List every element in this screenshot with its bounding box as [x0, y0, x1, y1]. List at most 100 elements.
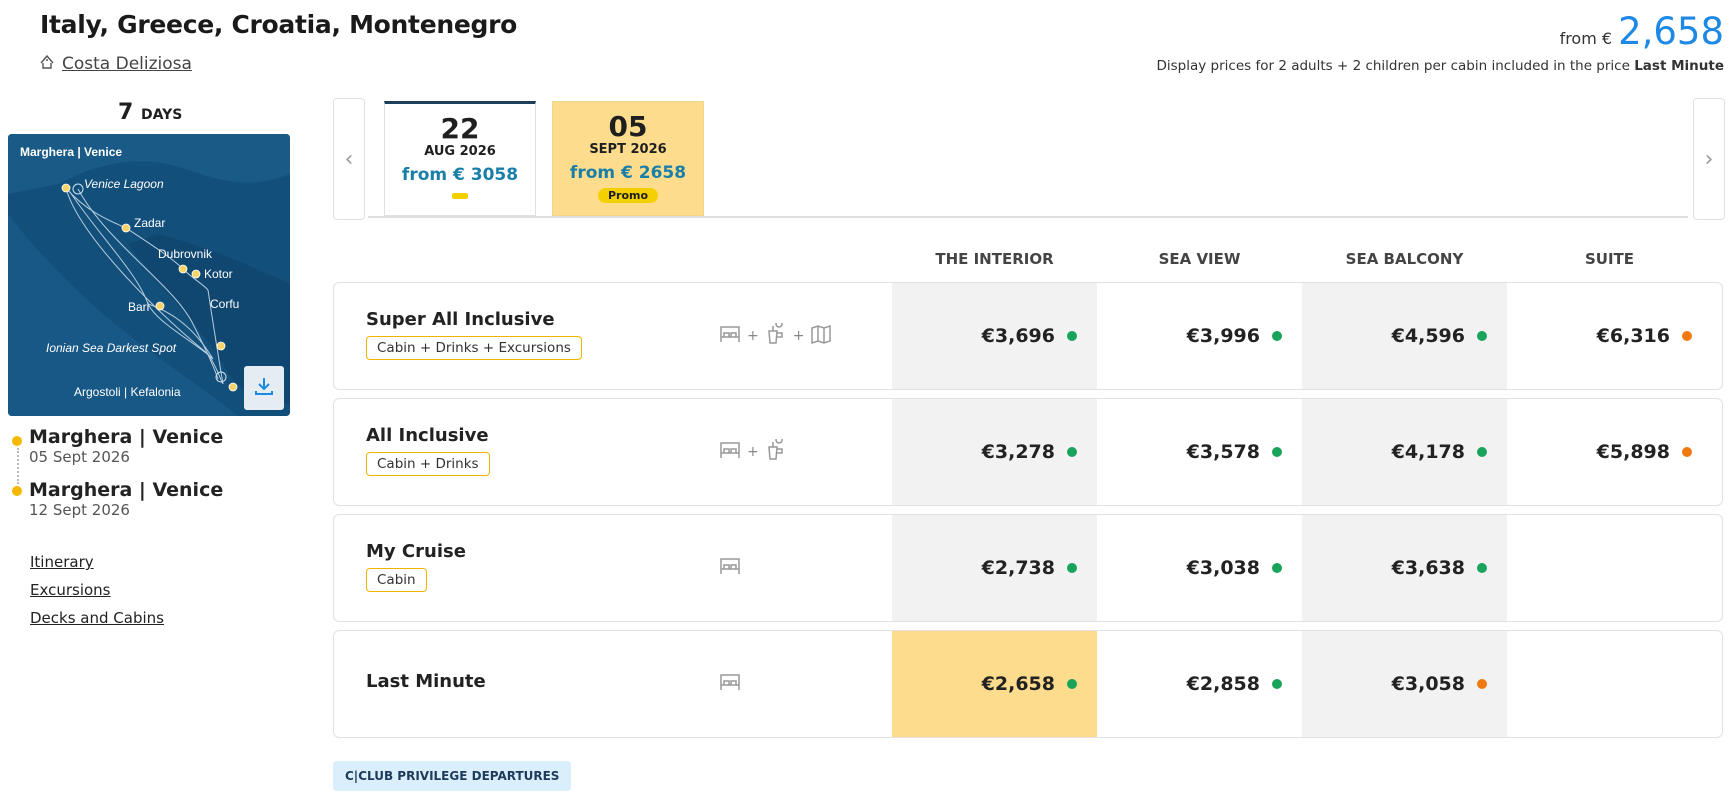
map-label-corfu: Corfu	[210, 297, 239, 311]
departure-date: 05 Sept 2026	[29, 448, 130, 466]
availability-dot	[1272, 331, 1282, 341]
cabin-icon	[719, 440, 741, 464]
ship-name[interactable]: Costa Deliziosa	[62, 54, 192, 74]
route-line	[12, 436, 24, 496]
price-interior[interactable]: €3,278	[892, 399, 1097, 505]
price-interior-selected[interactable]: €2,658	[892, 631, 1097, 737]
arrival-port: Marghera | Venice 12 Sept 2026	[29, 479, 223, 519]
map-label-venice-lagoon: Venice Lagoon	[84, 177, 164, 191]
price-sea-balcony[interactable]: €3,638	[1302, 515, 1507, 621]
map-label-argostoli: Argostoli | Kefalonia	[74, 385, 181, 399]
col-sea-view: SEA VIEW	[1158, 250, 1241, 268]
chevron-left-icon: ‹	[344, 146, 354, 172]
date-price: from € 2658	[569, 163, 687, 183]
price-interior[interactable]: €3,696	[892, 283, 1097, 389]
fare-icons: +	[719, 399, 787, 505]
map-label-zadar: Zadar	[134, 216, 165, 230]
dates-baseline	[368, 216, 1688, 218]
fare-name: Last Minute	[366, 671, 486, 692]
price-sea-balcony[interactable]: €4,178	[1302, 399, 1507, 505]
price-suite	[1507, 515, 1712, 621]
departure-port-name: Marghera | Venice	[29, 426, 224, 448]
availability-dot	[1272, 563, 1282, 573]
fare-info: Super All Inclusive Cabin + Drinks + Exc…	[366, 309, 582, 360]
itinerary-link[interactable]: Itinerary	[30, 553, 94, 571]
map-label-venice: Marghera | Venice	[20, 145, 122, 159]
date-indicator	[452, 193, 468, 199]
fare-tag: Cabin + Drinks + Excursions	[366, 336, 582, 360]
cabin-icon	[719, 324, 741, 348]
cabin-icon	[719, 672, 741, 696]
arrival-date: 12 Sept 2026	[29, 501, 130, 519]
from-price: from € 2,658	[1560, 10, 1724, 53]
ship-icon	[38, 52, 56, 75]
price-sea-view[interactable]: €3,038	[1097, 515, 1302, 621]
availability-dot	[1272, 679, 1282, 689]
availability-dot	[1477, 331, 1487, 341]
departure-port: Marghera | Venice 05 Sept 2026	[29, 426, 223, 466]
col-sea-balcony: SEA BALCONY	[1345, 250, 1464, 268]
fare-row-all-inclusive[interactable]: All Inclusive Cabin + Drinks + €3,278 €3…	[333, 398, 1723, 506]
col-the-interior: THE INTERIOR	[935, 250, 1054, 268]
decks-and-cabins-link[interactable]: Decks and Cabins	[30, 609, 164, 627]
fare-name: My Cruise	[366, 541, 466, 562]
price-sea-balcony[interactable]: €3,058	[1302, 631, 1507, 737]
from-price-value: 2,658	[1618, 10, 1724, 53]
page-title: Italy, Greece, Croatia, Montenegro	[40, 10, 518, 39]
cclub-privilege-departures-button[interactable]: C|CLUB PRIVILEGE DEPARTURES	[333, 761, 572, 791]
fare-row-my-cruise[interactable]: My Cruise Cabin €2,738 €3,038 €3,638	[333, 514, 1723, 622]
ship-link[interactable]: Costa Deliziosa	[38, 52, 192, 75]
price-interior[interactable]: €2,738	[892, 515, 1097, 621]
fare-row-last-minute[interactable]: Last Minute €2,658 €2,858 €3,058	[333, 630, 1723, 738]
excursions-link[interactable]: Excursions	[30, 581, 111, 599]
download-icon	[253, 375, 275, 401]
date-card-sept-05[interactable]: 05 SEPT 2026 from € 2658 Promo	[552, 101, 704, 216]
price-sea-view[interactable]: €2,858	[1097, 631, 1302, 737]
arrival-port-name: Marghera | Venice	[29, 479, 224, 501]
price-sea-view[interactable]: €3,578	[1097, 399, 1302, 505]
fare-icons	[719, 631, 741, 737]
arrival-dot	[12, 486, 22, 496]
date-card-aug-22[interactable]: 22 AUG 2026 from € 3058	[384, 101, 536, 216]
availability-dot	[1067, 331, 1077, 341]
date-day: 22	[440, 112, 480, 145]
availability-dot	[1477, 447, 1487, 457]
availability-dot	[1067, 563, 1077, 573]
fare-tag: Cabin + Drinks	[366, 452, 490, 476]
availability-dot	[1067, 447, 1077, 457]
next-dates-button[interactable]: ›	[1693, 98, 1725, 220]
price-suite	[1507, 631, 1712, 737]
availability-dot	[1477, 679, 1487, 689]
price-sea-balcony[interactable]: €4,596	[1302, 283, 1507, 389]
map-label-kotor: Kotor	[204, 267, 233, 281]
duration: 7 DAYS	[118, 100, 182, 125]
date-month: AUG 2026	[424, 144, 496, 159]
availability-dot	[1067, 679, 1077, 689]
fare-info: My Cruise Cabin	[366, 541, 466, 592]
price-suite[interactable]: €5,898	[1507, 399, 1712, 505]
from-label: from €	[1559, 29, 1613, 48]
price-suite[interactable]: €6,316	[1507, 283, 1712, 389]
fare-icons: + +	[719, 283, 832, 389]
display-prices-note: Display prices for 2 adults + 2 children…	[1156, 58, 1724, 74]
display-note-fare: Last Minute	[1634, 58, 1724, 74]
col-suite: SUITE	[1584, 250, 1635, 268]
excursions-map-icon	[810, 323, 832, 349]
fare-info: All Inclusive Cabin + Drinks	[366, 425, 490, 476]
date-day: 05	[608, 110, 648, 143]
chevron-right-icon: ›	[1704, 146, 1714, 172]
price-sea-view[interactable]: €3,996	[1097, 283, 1302, 389]
fare-row-super-all-inclusive[interactable]: Super All Inclusive Cabin + Drinks + Exc…	[333, 282, 1723, 390]
availability-dot	[1682, 447, 1692, 457]
map-label-dubrovnik: Dubrovnik	[158, 247, 213, 261]
fare-name: Super All Inclusive	[366, 309, 555, 330]
cabin-icon	[719, 556, 741, 580]
fare-tag: Cabin	[366, 568, 427, 592]
prev-dates-button[interactable]: ‹	[333, 98, 365, 220]
days-number: 7	[118, 100, 134, 125]
fare-icons	[719, 515, 741, 621]
download-map-button[interactable]	[244, 366, 284, 410]
date-price: from € 3058	[401, 165, 519, 185]
map-label-bari: Bari	[128, 300, 149, 314]
promo-badge: Promo	[597, 188, 659, 203]
